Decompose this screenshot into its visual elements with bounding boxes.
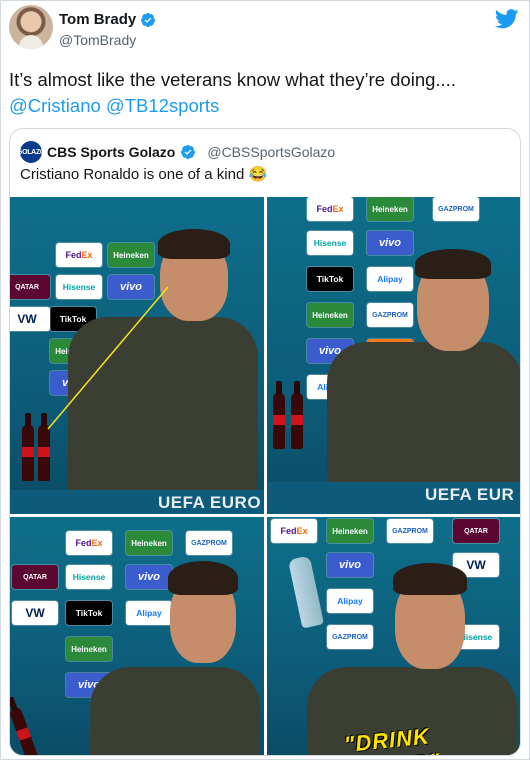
photo-grid: Fed Ex Heineken Hisense vivo QATAR TikTok…	[10, 197, 520, 755]
cola-bottle	[291, 381, 303, 449]
fedex-text-a: Fed	[75, 538, 92, 548]
author-name-row: Tom Brady	[59, 11, 156, 28]
heineken-logo: Heineken	[367, 197, 413, 221]
gazprom-logo: GAZPROM	[433, 197, 479, 221]
author-handle[interactable]: @TomBrady	[59, 32, 136, 48]
verified-badge-icon	[181, 144, 196, 160]
cola-bottle	[273, 381, 285, 449]
fedex-text-a: Fed	[280, 526, 297, 536]
heineken-logo: Heineken	[327, 519, 373, 543]
verified-badge-icon	[141, 12, 156, 27]
uefa-euro-banner: UEFA EUR	[425, 485, 515, 504]
laughing-emoji-icon: 😂	[248, 166, 268, 183]
heineken-logo: Heineken	[66, 637, 112, 661]
tweet-body: It’s almost like the veterans know what …	[9, 69, 456, 90]
qatar-logo: QATAR	[453, 519, 499, 543]
hisense-logo: Hisense	[307, 231, 353, 255]
gazprom-logo: GAZPROM	[186, 531, 232, 555]
alipay-logo: Alipay	[367, 267, 413, 291]
fedex-logo: Fed Ex	[66, 531, 112, 555]
gazprom-logo: GAZPROM	[387, 519, 433, 543]
player-jacket	[90, 667, 260, 755]
mention-tb12sports[interactable]: @TB12sports	[106, 95, 219, 116]
fedex-logo: Fed Ex	[307, 197, 353, 221]
fedex-text-b: Ex	[91, 538, 103, 548]
fedex-text-a: Fed	[316, 204, 333, 214]
fedex-text-b: Ex	[332, 204, 344, 214]
twitter-bird-icon[interactable]	[495, 9, 519, 29]
heineken-logo: Heineken	[307, 303, 353, 327]
quoted-tweet-header: GOLAZO CBS Sports Golazo @CBSSportsGolaz…	[16, 141, 335, 163]
quoted-tweet[interactable]: GOLAZO CBS Sports Golazo @CBSSportsGolaz…	[9, 128, 521, 756]
vivo-logo: vivo	[367, 231, 413, 255]
tiktok-logo: TikTok	[66, 601, 112, 625]
photo-1[interactable]: Fed Ex Heineken Hisense vivo QATAR TikTok…	[10, 197, 264, 514]
tweet-text: It’s almost like the veterans know what …	[9, 67, 519, 119]
uefa-euro-banner: UEFA EURO 20	[158, 493, 262, 514]
photo-2[interactable]: Fed Ex Heineken GAZPROM Hisense vivo TikT…	[267, 197, 520, 514]
fedex-text-b: Ex	[296, 526, 308, 536]
photo-4[interactable]: Fed Ex Heineken GAZPROM QATAR vivo VW Ali…	[267, 517, 520, 755]
golazo-logo-text: GOLAZO	[16, 148, 46, 156]
player-hair	[168, 561, 238, 595]
quoted-text-body: Cristiano Ronaldo is one of a kind	[20, 166, 245, 183]
player-hair	[393, 563, 467, 595]
quoted-author-handle[interactable]: @CBSSportsGolazo	[207, 144, 335, 160]
quoted-tweet-text: Cristiano Ronaldo is one of a kind 😂	[20, 165, 267, 183]
heineken-logo: Heineken	[126, 531, 172, 555]
golazo-logo: GOLAZO	[16, 141, 46, 163]
qatar-logo: QATAR	[12, 565, 58, 589]
photo-3[interactable]: Fed Ex Heineken GAZPROM QATAR Hisense viv…	[10, 517, 264, 755]
alipay-logo: Alipay	[327, 589, 373, 613]
gazprom-logo: GAZPROM	[367, 303, 413, 327]
pointer-line	[47, 286, 169, 430]
quoted-author-name[interactable]: CBS Sports Golazo	[47, 144, 175, 160]
vivo-logo: vivo	[126, 565, 172, 589]
tweet-card: Tom Brady @TomBrady It’s almost like the…	[0, 0, 530, 760]
vivo-logo: vivo	[327, 553, 373, 577]
alipay-logo: Alipay	[126, 601, 172, 625]
player-hair	[415, 249, 491, 279]
avatar[interactable]	[9, 5, 53, 49]
volkswagen-logo: VW	[12, 601, 58, 625]
fedex-logo: Fed Ex	[271, 519, 317, 543]
author-name[interactable]: Tom Brady	[59, 11, 136, 28]
gazprom-logo: GAZPROM	[327, 625, 373, 649]
hisense-logo: Hisense	[66, 565, 112, 589]
tiktok-logo: TikTok	[307, 267, 353, 291]
mention-cristiano[interactable]: @Cristiano	[9, 95, 101, 116]
